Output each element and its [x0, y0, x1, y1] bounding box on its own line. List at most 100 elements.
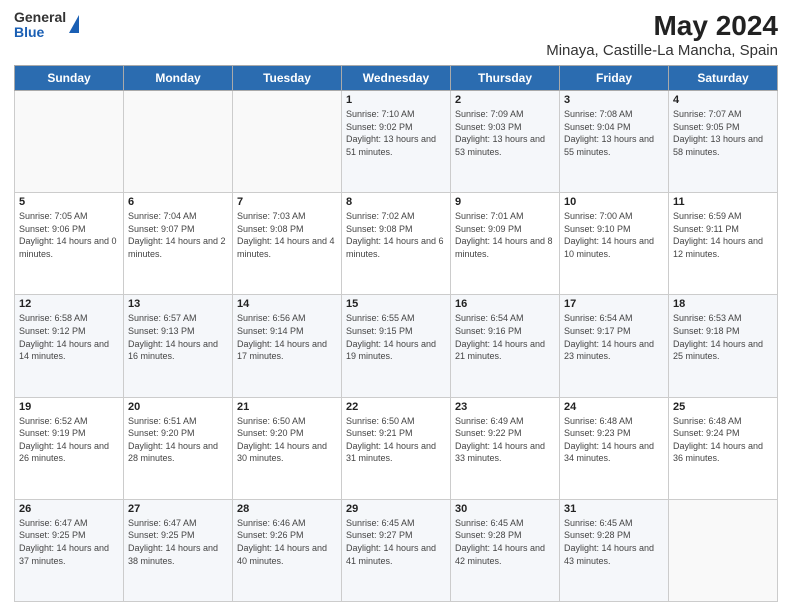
logo-general: General [14, 10, 66, 25]
calendar-header-row: Sunday Monday Tuesday Wednesday Thursday… [15, 66, 778, 91]
table-row: 3 Sunrise: 7:08 AM Sunset: 9:04 PM Daylig… [560, 91, 669, 193]
day-number: 6 [128, 196, 228, 208]
day-number: 15 [346, 298, 446, 310]
day-number: 7 [237, 196, 337, 208]
table-row: 28 Sunrise: 6:46 AM Sunset: 9:26 PM Dayli… [233, 499, 342, 601]
header-sunday: Sunday [15, 66, 124, 91]
day-info: Sunrise: 6:54 AM Sunset: 9:17 PM Dayligh… [564, 312, 664, 362]
calendar-week-row: 12Sunrise: 6:58 AM Sunset: 9:12 PM Dayli… [15, 295, 778, 397]
table-row: 12Sunrise: 6:58 AM Sunset: 9:12 PM Dayli… [15, 295, 124, 397]
day-number: 28 [237, 503, 337, 515]
day-info: Sunrise: 6:48 AM Sunset: 9:24 PM Dayligh… [673, 415, 773, 465]
table-row: 10 Sunrise: 7:00 AM Sunset: 9:10 PM Dayli… [560, 193, 669, 295]
table-row: 1 Sunrise: 7:10 AM Sunset: 9:02 PM Daylig… [342, 91, 451, 193]
header-tuesday: Tuesday [233, 66, 342, 91]
table-row [124, 91, 233, 193]
header-saturday: Saturday [669, 66, 778, 91]
day-number: 3 [564, 94, 664, 106]
day-number: 24 [564, 401, 664, 413]
day-info: Sunrise: 6:46 AM Sunset: 9:26 PM Dayligh… [237, 517, 337, 567]
day-info: Sunrise: 7:04 AM Sunset: 9:07 PM Dayligh… [128, 210, 228, 260]
table-row: 23Sunrise: 6:49 AM Sunset: 9:22 PM Dayli… [451, 397, 560, 499]
day-number: 20 [128, 401, 228, 413]
table-row: 26 Sunrise: 6:47 AM Sunset: 9:25 PM Dayli… [15, 499, 124, 601]
table-row: 24 Sunrise: 6:48 AM Sunset: 9:23 PM Dayli… [560, 397, 669, 499]
day-number: 13 [128, 298, 228, 310]
day-number: 30 [455, 503, 555, 515]
day-number: 18 [673, 298, 773, 310]
calendar-table: Sunday Monday Tuesday Wednesday Thursday… [14, 65, 778, 602]
day-info: Sunrise: 7:03 AM Sunset: 9:08 PM Dayligh… [237, 210, 337, 260]
day-number: 26 [19, 503, 119, 515]
day-info: Sunrise: 6:54 AM Sunset: 9:16 PM Dayligh… [455, 312, 555, 362]
day-info: Sunrise: 7:01 AM Sunset: 9:09 PM Dayligh… [455, 210, 555, 260]
table-row: 31Sunrise: 6:45 AM Sunset: 9:28 PM Dayli… [560, 499, 669, 601]
day-number: 10 [564, 196, 664, 208]
table-row: 27 Sunrise: 6:47 AM Sunset: 9:25 PM Dayli… [124, 499, 233, 601]
table-row: 5Sunrise: 7:05 AM Sunset: 9:06 PM Daylig… [15, 193, 124, 295]
day-info: Sunrise: 7:07 AM Sunset: 9:05 PM Dayligh… [673, 108, 773, 158]
day-info: Sunrise: 7:08 AM Sunset: 9:04 PM Dayligh… [564, 108, 664, 158]
table-row: 21 Sunrise: 6:50 AM Sunset: 9:20 PM Dayli… [233, 397, 342, 499]
day-info: Sunrise: 7:00 AM Sunset: 9:10 PM Dayligh… [564, 210, 664, 260]
calendar-week-row: 5Sunrise: 7:05 AM Sunset: 9:06 PM Daylig… [15, 193, 778, 295]
day-number: 1 [346, 94, 446, 106]
day-info: Sunrise: 7:10 AM Sunset: 9:02 PM Dayligh… [346, 108, 446, 158]
day-number: 29 [346, 503, 446, 515]
calendar-week-row: 19Sunrise: 6:52 AM Sunset: 9:19 PM Dayli… [15, 397, 778, 499]
day-info: Sunrise: 6:47 AM Sunset: 9:25 PM Dayligh… [128, 517, 228, 567]
day-number: 25 [673, 401, 773, 413]
table-row: 8 Sunrise: 7:02 AM Sunset: 9:08 PM Daylig… [342, 193, 451, 295]
day-info: Sunrise: 7:05 AM Sunset: 9:06 PM Dayligh… [19, 210, 119, 260]
day-number: 23 [455, 401, 555, 413]
day-info: Sunrise: 6:50 AM Sunset: 9:21 PM Dayligh… [346, 415, 446, 465]
day-number: 9 [455, 196, 555, 208]
table-row [669, 499, 778, 601]
table-row [233, 91, 342, 193]
table-row: 29 Sunrise: 6:45 AM Sunset: 9:27 PM Dayli… [342, 499, 451, 601]
logo-blue: Blue [14, 25, 66, 40]
day-info: Sunrise: 6:47 AM Sunset: 9:25 PM Dayligh… [19, 517, 119, 567]
day-info: Sunrise: 6:50 AM Sunset: 9:20 PM Dayligh… [237, 415, 337, 465]
table-row: 22Sunrise: 6:50 AM Sunset: 9:21 PM Dayli… [342, 397, 451, 499]
table-row: 11Sunrise: 6:59 AM Sunset: 9:11 PM Dayli… [669, 193, 778, 295]
title-block: May 2024 Minaya, Castille-La Mancha, Spa… [546, 10, 778, 59]
day-info: Sunrise: 6:45 AM Sunset: 9:27 PM Dayligh… [346, 517, 446, 567]
table-row: 2Sunrise: 7:09 AM Sunset: 9:03 PM Daylig… [451, 91, 560, 193]
page: General Blue May 2024 Minaya, Castille-L… [0, 0, 792, 612]
header-wednesday: Wednesday [342, 66, 451, 91]
day-number: 4 [673, 94, 773, 106]
day-info: Sunrise: 6:56 AM Sunset: 9:14 PM Dayligh… [237, 312, 337, 362]
header-monday: Monday [124, 66, 233, 91]
table-row: 13Sunrise: 6:57 AM Sunset: 9:13 PM Dayli… [124, 295, 233, 397]
calendar-week-row: 1 Sunrise: 7:10 AM Sunset: 9:02 PM Daylig… [15, 91, 778, 193]
header: General Blue May 2024 Minaya, Castille-L… [14, 10, 778, 59]
logo: General Blue [14, 10, 79, 41]
table-row: 17Sunrise: 6:54 AM Sunset: 9:17 PM Dayli… [560, 295, 669, 397]
day-info: Sunrise: 7:09 AM Sunset: 9:03 PM Dayligh… [455, 108, 555, 158]
table-row: 19Sunrise: 6:52 AM Sunset: 9:19 PM Dayli… [15, 397, 124, 499]
table-row: 20 Sunrise: 6:51 AM Sunset: 9:20 PM Dayli… [124, 397, 233, 499]
day-number: 19 [19, 401, 119, 413]
day-info: Sunrise: 7:02 AM Sunset: 9:08 PM Dayligh… [346, 210, 446, 260]
calendar-subtitle: Minaya, Castille-La Mancha, Spain [546, 42, 778, 59]
table-row: 16Sunrise: 6:54 AM Sunset: 9:16 PM Dayli… [451, 295, 560, 397]
day-info: Sunrise: 6:53 AM Sunset: 9:18 PM Dayligh… [673, 312, 773, 362]
day-number: 21 [237, 401, 337, 413]
day-number: 8 [346, 196, 446, 208]
calendar-week-row: 26 Sunrise: 6:47 AM Sunset: 9:25 PM Dayli… [15, 499, 778, 601]
day-number: 27 [128, 503, 228, 515]
day-info: Sunrise: 6:48 AM Sunset: 9:23 PM Dayligh… [564, 415, 664, 465]
day-info: Sunrise: 6:51 AM Sunset: 9:20 PM Dayligh… [128, 415, 228, 465]
calendar-title: May 2024 [546, 10, 778, 42]
logo-triangle-icon [69, 15, 79, 33]
header-friday: Friday [560, 66, 669, 91]
table-row: 15Sunrise: 6:55 AM Sunset: 9:15 PM Dayli… [342, 295, 451, 397]
table-row: 25 Sunrise: 6:48 AM Sunset: 9:24 PM Dayli… [669, 397, 778, 499]
table-row: 6 Sunrise: 7:04 AM Sunset: 9:07 PM Daylig… [124, 193, 233, 295]
header-thursday: Thursday [451, 66, 560, 91]
table-row: 4 Sunrise: 7:07 AM Sunset: 9:05 PM Daylig… [669, 91, 778, 193]
day-number: 12 [19, 298, 119, 310]
day-info: Sunrise: 6:45 AM Sunset: 9:28 PM Dayligh… [564, 517, 664, 567]
day-number: 14 [237, 298, 337, 310]
